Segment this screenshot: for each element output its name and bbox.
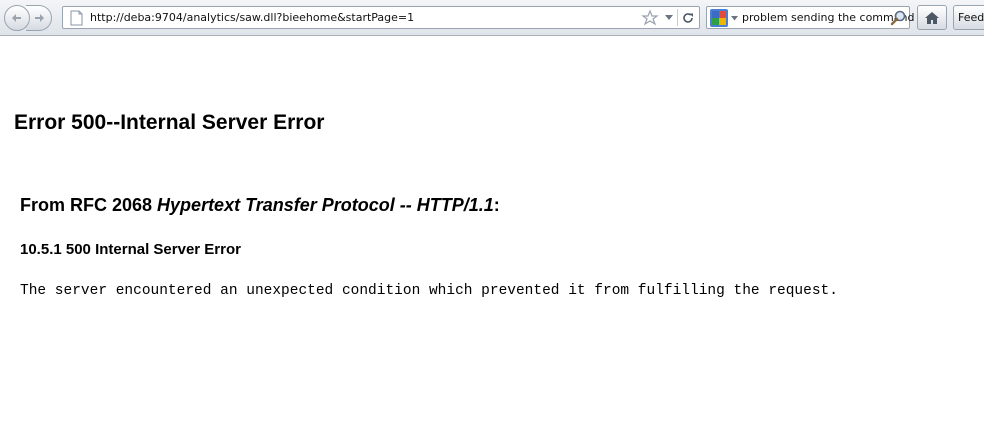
back-button[interactable]: [4, 5, 30, 31]
forward-arrow-icon: [34, 14, 44, 22]
url-divider: [677, 9, 678, 26]
error-title: Error 500--Internal Server Error: [14, 111, 325, 134]
feed-button[interactable]: Feedl: [953, 5, 984, 30]
rfc-suffix: :: [493, 195, 500, 215]
browser-toolbar: http://deba:9704/analytics/saw.dll?bieeh…: [0, 0, 984, 36]
home-icon: [925, 11, 939, 24]
reload-icon[interactable]: [680, 10, 696, 26]
page-content: Error 500--Internal Server Error From RF…: [0, 37, 984, 441]
section-heading: 10.5.1 500 Internal Server Error: [20, 241, 241, 258]
rfc-title: Hypertext Transfer Protocol -- HTTP/1.1: [157, 195, 494, 215]
back-arrow-icon: [12, 14, 21, 22]
rfc-prefix: From RFC 2068: [20, 195, 158, 215]
address-bar[interactable]: http://deba:9704/analytics/saw.dll?bieeh…: [62, 6, 700, 29]
navigation-buttons: [4, 5, 54, 31]
rfc-heading: From RFC 2068 Hypertext Transfer Protoco…: [20, 195, 500, 216]
magnifier-icon[interactable]: [889, 9, 907, 27]
chevron-down-icon[interactable]: [731, 16, 738, 21]
home-button[interactable]: [917, 5, 947, 30]
search-bar[interactable]: problem sending the command: [706, 6, 914, 29]
star-icon[interactable]: [641, 9, 659, 27]
error-message: The server encountered an unexpected con…: [20, 283, 838, 299]
url-text[interactable]: http://deba:9704/analytics/saw.dll?bieeh…: [90, 11, 414, 24]
chevron-down-icon[interactable]: [665, 15, 673, 21]
google-icon[interactable]: [710, 9, 728, 27]
page-icon: [70, 10, 83, 26]
